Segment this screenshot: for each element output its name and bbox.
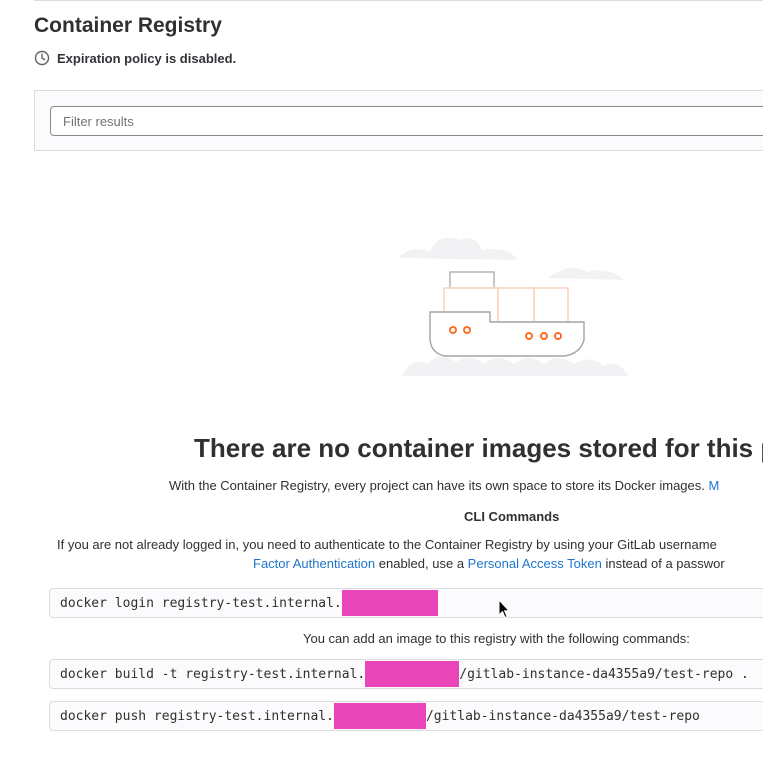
docker-login-command-text: docker login registry-test.internal.: [60, 595, 342, 611]
clock-icon: [34, 50, 50, 66]
add-image-instructions: You can add an image to this registry wi…: [303, 631, 690, 646]
auth-instructions: If you are not already logged in, you ne…: [57, 537, 717, 552]
personal-access-token-link[interactable]: Personal Access Token: [468, 556, 602, 571]
docker-push-command-prefix: docker push registry-test.internal.: [60, 708, 334, 724]
redacted-hostname: [365, 661, 460, 687]
docker-build-command-suffix: /gitlab-instance-da4355a9/test-repo .: [459, 666, 749, 682]
expiration-policy-status: Expiration policy is disabled.: [34, 50, 236, 66]
empty-registry-illustration: [398, 232, 634, 385]
filter-bar: [34, 90, 763, 151]
auth-instructions-mid: enabled, use a: [375, 556, 468, 571]
docker-login-command[interactable]: docker login registry-test.internal.: [49, 588, 763, 618]
auth-instructions-suffix: instead of a passwor: [601, 556, 725, 571]
cli-commands-heading: CLI Commands: [464, 509, 560, 524]
docker-build-command-prefix: docker build -t registry-test.internal.: [60, 666, 366, 682]
redacted-hostname: [341, 590, 438, 616]
expiration-policy-text: Expiration policy is disabled.: [57, 50, 237, 66]
redacted-hostname: [333, 703, 426, 729]
docker-build-command[interactable]: docker build -t registry-test.internal. …: [49, 659, 763, 689]
docker-push-command-suffix: /gitlab-instance-da4355a9/test-repo: [425, 708, 700, 724]
empty-state-description: With the Container Registry, every proje…: [169, 478, 719, 493]
two-factor-auth-link[interactable]: Factor Authentication: [253, 556, 375, 571]
empty-state-description-text: With the Container Registry, every proje…: [169, 478, 705, 493]
docker-push-command[interactable]: docker push registry-test.internal. /git…: [49, 701, 763, 731]
mouse-cursor-icon: [498, 598, 511, 624]
page-title: Container Registry: [34, 14, 222, 37]
more-info-link[interactable]: M: [709, 478, 720, 493]
filter-results-input[interactable]: [50, 106, 763, 136]
empty-state-title: There are no container images stored for…: [194, 433, 763, 463]
top-divider: [34, 0, 763, 1]
auth-instructions-continued: Factor Authentication enabled, use a Per…: [253, 556, 725, 571]
